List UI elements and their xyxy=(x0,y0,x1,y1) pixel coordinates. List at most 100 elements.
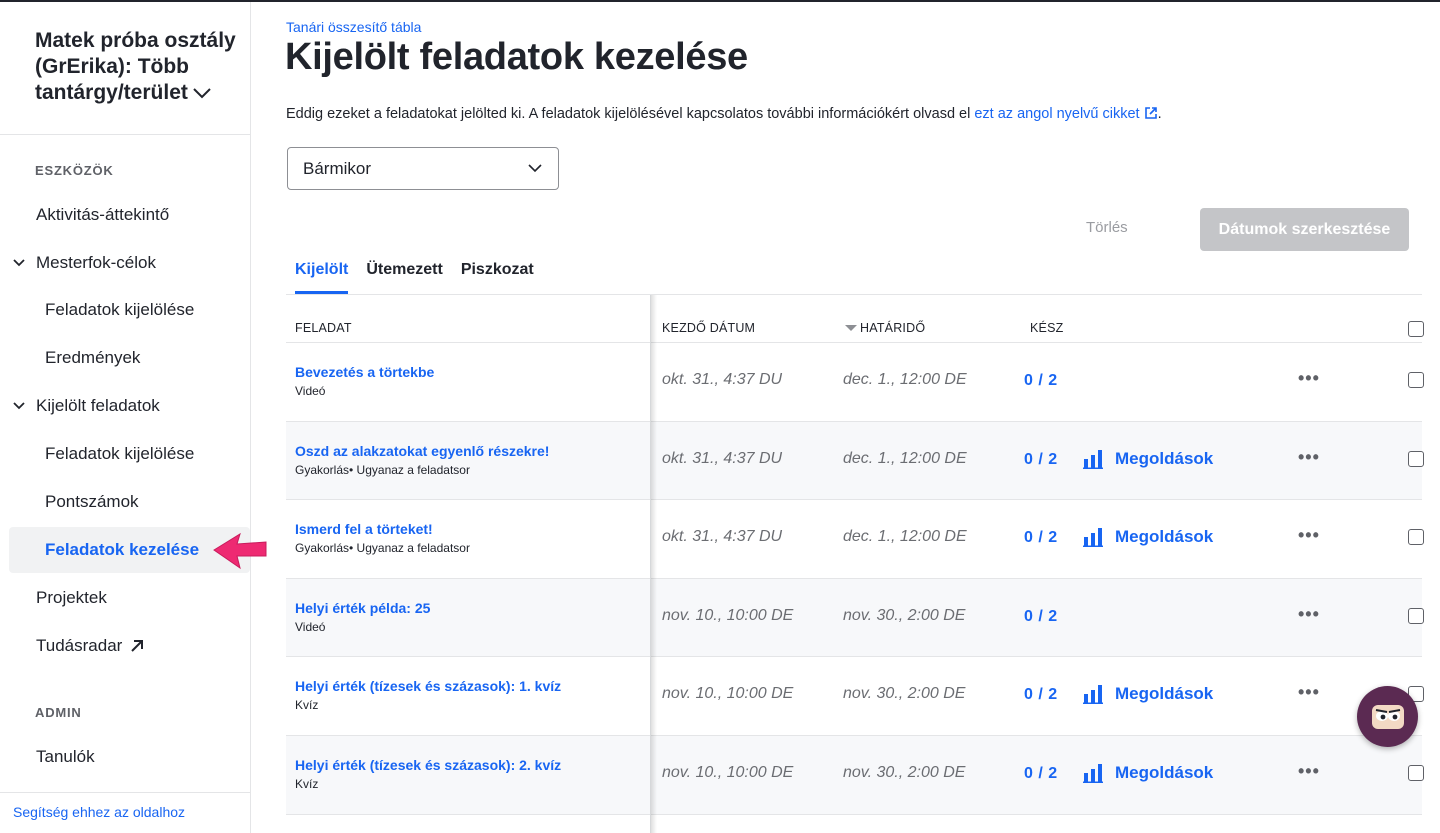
edit-dates-button[interactable]: Dátumok szerkesztése xyxy=(1200,208,1409,251)
task-type: Videó xyxy=(295,619,326,634)
bar-chart-icon xyxy=(1083,685,1103,705)
task-title-link[interactable]: Helyi érték (tízesek és százasok): 2. kv… xyxy=(295,757,561,773)
header-due-date[interactable]: HATÁRIDŐ xyxy=(845,321,925,335)
header-start-date[interactable]: KEZDŐ DÁTUM xyxy=(662,321,755,335)
due-date: dec. 1., 12:00 DE xyxy=(843,449,967,467)
sidebar-item-label: Feladatok kijelölése xyxy=(45,300,195,319)
table-body: Bevezetés a törtekbe Videó okt. 31., 4:37 … xyxy=(286,343,1424,815)
start-date: okt. 31., 4:37 DU xyxy=(662,371,783,388)
delete-button[interactable]: Törlés xyxy=(1086,219,1128,236)
table-row: Helyi érték (tízesek és százasok): 1. kv… xyxy=(286,657,1424,736)
solutions-link[interactable]: Megoldások xyxy=(1083,449,1213,469)
sidebar-item-activity[interactable]: Aktivitás-áttekintő xyxy=(0,192,250,238)
task-type: Kvíz xyxy=(295,698,319,713)
class-selector[interactable]: Matek próba osztály (GrErika): Több tant… xyxy=(35,28,240,106)
article-link-label: ezt az angol nyelvű cikket xyxy=(974,106,1140,122)
sidebar-item-assign-mastery[interactable]: Feladatok kijelölése xyxy=(0,287,250,333)
sidebar-item-label: Feladatok kijelölése xyxy=(45,444,195,463)
done-count[interactable]: 0 / 2 xyxy=(1024,529,1058,547)
due-date: nov. 30., 2:00 DE xyxy=(843,685,966,703)
tabs: Kijelölt Ütemezett Piszkozat xyxy=(295,258,534,294)
more-options-icon[interactable]: ••• xyxy=(1298,447,1320,468)
sidebar-item-label: Projektek xyxy=(36,588,107,607)
start-date: nov. 10., 10:00 DE xyxy=(662,763,794,781)
more-options-icon[interactable]: ••• xyxy=(1298,682,1320,703)
header-task: FELADAT xyxy=(295,321,352,335)
row-checkbox[interactable] xyxy=(1408,607,1424,624)
solutions-link[interactable]: Megoldások xyxy=(1083,527,1213,548)
tab-draft[interactable]: Piszkozat xyxy=(461,258,534,294)
more-options-icon[interactable]: ••• xyxy=(1298,604,1320,625)
task-type: Videó xyxy=(295,384,326,398)
sidebar-item-label: Tanulók xyxy=(36,747,95,766)
sidebar-item-assign-tasks[interactable]: Feladatok kijelölése xyxy=(0,431,250,477)
row-checkbox[interactable] xyxy=(1408,529,1424,546)
sidebar-item-knowledge-radar[interactable]: Tudásradar xyxy=(0,623,250,669)
row-checkbox[interactable] xyxy=(1408,764,1424,781)
due-date: dec. 1., 12:00 DE xyxy=(843,371,967,388)
more-options-icon[interactable]: ••• xyxy=(1298,368,1320,389)
breadcrumb[interactable]: Tanári összesítő tábla xyxy=(286,19,421,35)
page-title: Kijelölt feladatok kezelése xyxy=(285,36,748,78)
sidebar-item-label: Aktivitás-áttekintő xyxy=(36,205,170,224)
sidebar-item-results[interactable]: Eredmények xyxy=(0,335,250,381)
more-options-icon[interactable]: ••• xyxy=(1298,525,1320,546)
avatar-help-button[interactable] xyxy=(1357,686,1418,747)
table-row: Ismerd fel a törteket! Gyakorlás• Ugyanaz… xyxy=(286,500,1424,579)
column-shadow xyxy=(651,295,657,833)
sidebar-item-assignments[interactable]: Kijelölt feladatok xyxy=(0,383,250,429)
solutions-link[interactable]: Megoldások xyxy=(1083,684,1214,705)
chevron-down-icon xyxy=(13,259,25,267)
sidebar-item-scores[interactable]: Pontszámok xyxy=(0,479,250,525)
sidebar-item-projects[interactable]: Projektek xyxy=(0,575,250,621)
tab-assigned[interactable]: Kijelölt xyxy=(295,258,349,294)
divider xyxy=(0,134,251,135)
help-link[interactable]: Segítség ehhez az oldalhoz xyxy=(13,804,185,820)
start-date: nov. 10., 10:00 DE xyxy=(662,606,794,624)
intro-body: Eddig ezeket a feladatokat jelölted ki. … xyxy=(286,106,971,122)
row-checkbox[interactable] xyxy=(1408,450,1424,467)
start-date: nov. 10., 10:00 DE xyxy=(662,685,794,703)
solutions-label: Megoldások xyxy=(1115,762,1214,782)
section-heading-tools: ESZKÖZÖK xyxy=(35,163,114,178)
arrow-up-right-icon xyxy=(131,640,144,652)
table-row: Helyi érték példa: 25 Videó nov. 10., 10:0… xyxy=(286,578,1424,658)
row-checkbox[interactable] xyxy=(1408,372,1424,388)
task-type: Kvíz xyxy=(295,776,319,791)
intro-end: . xyxy=(1157,106,1162,122)
task-title-link[interactable]: Helyi érték példa: 25 xyxy=(295,600,430,616)
done-count[interactable]: 0 / 2 xyxy=(1024,608,1058,626)
intro-text: Eddig ezeket a feladatokat jelölted ki. … xyxy=(286,106,1162,124)
bar-chart-icon xyxy=(1083,528,1103,548)
sidebar-item-label: Tudásradar xyxy=(36,636,123,655)
sidebar-item-label: Mesterfok-célok xyxy=(36,253,156,272)
done-count[interactable]: 0 / 2 xyxy=(1024,451,1058,469)
solutions-label: Megoldások xyxy=(1115,684,1214,704)
external-link-icon xyxy=(1144,106,1158,124)
sidebar-item-mastery-goals[interactable]: Mesterfok-célok xyxy=(0,240,250,286)
table-row: Bevezetés a törtekbe Videó okt. 31., 4:37 … xyxy=(286,343,1424,422)
more-options-icon[interactable]: ••• xyxy=(1298,761,1320,782)
solutions-link[interactable]: Megoldások xyxy=(1083,763,1213,783)
task-title-link[interactable]: Ismerd fel a törteket! xyxy=(295,521,433,537)
task-title-link[interactable]: Oszd az alakzatokat egyenlő részekre! xyxy=(295,443,549,459)
task-title-link[interactable]: Bevezetés a törtekbe xyxy=(295,364,434,380)
select-all-checkbox[interactable] xyxy=(1408,321,1424,337)
due-date: nov. 30., 2:00 DE xyxy=(843,606,966,624)
task-title-link[interactable]: Helyi érték (tízesek és százasok): 1. kv… xyxy=(295,678,561,694)
tab-scheduled[interactable]: Ütemezett xyxy=(366,258,442,294)
time-filter-select[interactable]: Bármikor xyxy=(287,147,559,190)
table-row: Helyi érték (tízesek és százasok): 2. kv… xyxy=(286,735,1424,815)
done-count[interactable]: 0 / 2 xyxy=(1024,765,1058,783)
pink-arrow-annotation xyxy=(213,532,267,570)
done-count[interactable]: 0 / 2 xyxy=(1024,686,1058,704)
start-date: okt. 31., 4:37 DU xyxy=(662,528,783,546)
solutions-label: Megoldások xyxy=(1115,448,1214,468)
sidebar-item-label: Eredmények xyxy=(45,348,141,367)
sidebar-item-students[interactable]: Tanulók xyxy=(0,734,250,780)
article-link[interactable]: ezt az angol nyelvű cikket xyxy=(974,106,1157,122)
divider xyxy=(0,792,251,793)
done-count[interactable]: 0 / 2 xyxy=(1024,372,1058,390)
bar-chart-icon xyxy=(1083,763,1103,783)
due-date: nov. 30., 2:00 DE xyxy=(843,763,966,781)
